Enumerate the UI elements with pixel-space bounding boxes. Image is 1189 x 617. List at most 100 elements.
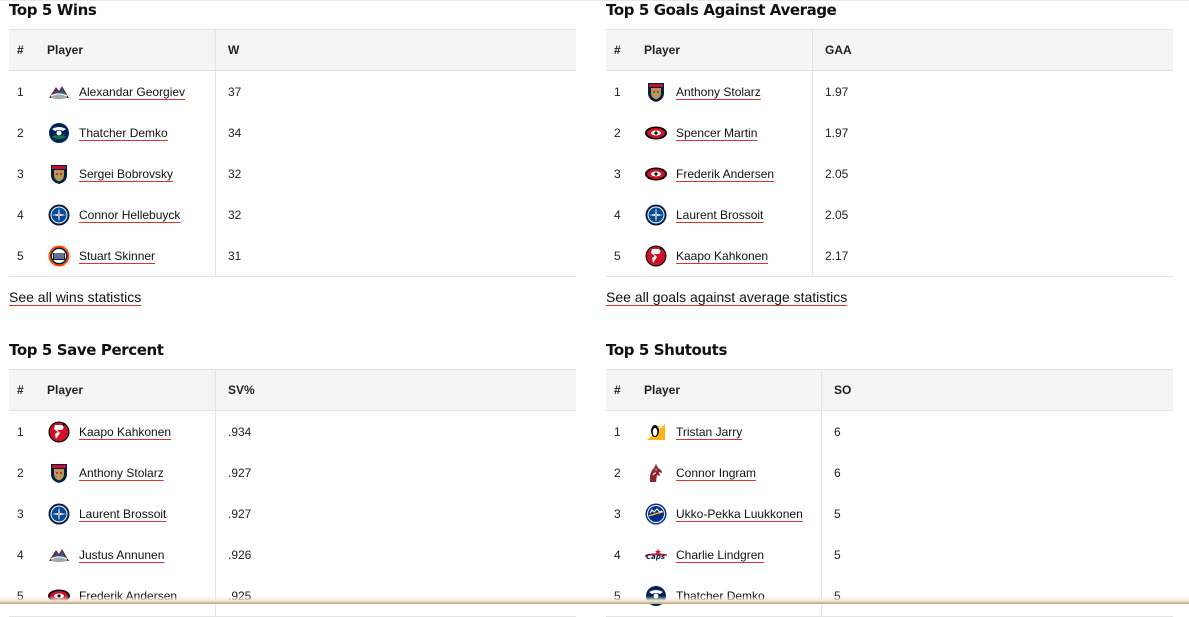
player-info: Alexandar Georgiev bbox=[47, 80, 215, 104]
table-row: 2 Thatcher Demko 34 bbox=[9, 112, 576, 153]
rank-cell: 4 bbox=[614, 547, 621, 562]
rank-cell: 1 bbox=[614, 424, 621, 439]
save-percent-panel: Top 5 Save Percent # Player SV% 1 Kaapo K… bbox=[9, 340, 576, 617]
player-info: Justus Annunen bbox=[47, 543, 215, 567]
player-cell: Stuart Skinner bbox=[47, 235, 216, 277]
stat-value-cell: 2.05 bbox=[812, 153, 1173, 194]
player-name-link[interactable]: Anthony Stolarz bbox=[676, 85, 761, 99]
rank-cell: 4 bbox=[17, 547, 24, 562]
wins-title: Top 5 Wins bbox=[9, 1, 97, 19]
sabres-logo-icon bbox=[644, 502, 668, 526]
player-cell: Thatcher Demko bbox=[47, 112, 216, 153]
player-name-link[interactable]: Connor Ingram bbox=[676, 466, 756, 480]
penguins-logo-icon bbox=[644, 420, 668, 444]
jets-logo-icon bbox=[47, 502, 71, 526]
bottom-fade bbox=[0, 596, 1189, 604]
stat-header: SV% bbox=[215, 369, 576, 411]
player-name-link[interactable]: Alexandar Georgiev bbox=[79, 85, 185, 99]
rank-cell: 3 bbox=[17, 166, 24, 181]
stat-value-cell: 2.17 bbox=[812, 235, 1173, 277]
player-info: Anthony Stolarz bbox=[47, 461, 215, 485]
stat-value-cell: .927 bbox=[215, 493, 576, 534]
player-header: Player bbox=[47, 369, 216, 411]
table-header-row: # Player W bbox=[9, 29, 576, 71]
player-cell: Kaapo Kahkonen bbox=[644, 235, 813, 277]
table-row: 4 Caps Charlie Lindgren 5 bbox=[606, 534, 1173, 575]
stat-header: W bbox=[215, 29, 576, 71]
stat-value-cell: 2.05 bbox=[812, 194, 1173, 235]
player-cell: Alexandar Georgiev bbox=[47, 71, 216, 113]
table-row: 4 Connor Hellebuyck 32 bbox=[9, 194, 576, 235]
player-name-link[interactable]: Charlie Lindgren bbox=[676, 548, 764, 562]
hurricanes-logo-icon bbox=[644, 121, 668, 145]
panthers-logo-icon bbox=[47, 162, 71, 186]
player-info: Anthony Stolarz bbox=[644, 80, 812, 104]
see-all-gaa-link[interactable]: See all goals against average statistics bbox=[606, 289, 847, 305]
stat-value-cell: 32 bbox=[215, 194, 576, 235]
rank-cell: 1 bbox=[17, 424, 24, 439]
stat-value-cell: .927 bbox=[215, 452, 576, 493]
player-info: Caps Charlie Lindgren bbox=[644, 543, 821, 567]
player-info: Sergei Bobrovsky bbox=[47, 162, 215, 186]
player-name-link[interactable]: Thatcher Demko bbox=[79, 126, 168, 140]
coyotes-logo-icon bbox=[644, 461, 668, 485]
player-name-link[interactable]: Connor Hellebuyck bbox=[79, 208, 180, 222]
player-info: Connor Hellebuyck bbox=[47, 203, 215, 227]
save-percent-title: Top 5 Save Percent bbox=[9, 341, 164, 359]
player-name-link[interactable]: Stuart Skinner bbox=[79, 249, 155, 263]
player-cell: Connor Ingram bbox=[644, 452, 822, 493]
player-header: Player bbox=[644, 369, 822, 411]
table-row: 5 Kaapo Kahkonen 2.17 bbox=[606, 235, 1173, 277]
rank-cell: 5 bbox=[606, 235, 644, 277]
rank-header: # bbox=[606, 29, 644, 71]
player-name-link[interactable]: Frederik Andersen bbox=[676, 167, 774, 181]
player-cell: Connor Hellebuyck bbox=[47, 194, 216, 235]
player-name-link[interactable]: Justus Annunen bbox=[79, 548, 164, 562]
player-cell: Sergei Bobrovsky bbox=[47, 153, 216, 194]
player-name-link[interactable]: Tristan Jarry bbox=[676, 425, 742, 439]
player-name-link[interactable]: Spencer Martin bbox=[676, 126, 757, 140]
player-cell: Justus Annunen bbox=[47, 534, 216, 575]
player-name-link[interactable]: Kaapo Kahkonen bbox=[79, 425, 171, 439]
player-name-link[interactable]: Anthony Stolarz bbox=[79, 466, 164, 480]
shutouts-table: # Player SO 1 Tristan Jarry 6 2 Connor Ingra… bbox=[606, 369, 1173, 617]
rank-cell: 2 bbox=[17, 465, 24, 480]
table-row: 3 Ukko-Pekka Luukkonen 5 bbox=[606, 493, 1173, 534]
player-cell: Ukko-Pekka Luukkonen bbox=[644, 493, 822, 534]
see-all-wins-link[interactable]: See all wins statistics bbox=[9, 289, 141, 305]
player-cell: Spencer Martin bbox=[644, 112, 813, 153]
rank-cell: 2 bbox=[17, 125, 24, 140]
rank-cell: 3 bbox=[614, 166, 621, 181]
stat-value-cell: 1.97 bbox=[812, 112, 1173, 153]
devils-logo-icon bbox=[47, 420, 71, 444]
stat-value-cell: 6 bbox=[821, 410, 1173, 452]
rank-cell: 1 bbox=[614, 84, 621, 99]
canucks-logo-icon bbox=[47, 121, 71, 145]
table-row: 2 Spencer Martin 1.97 bbox=[606, 112, 1173, 153]
rank-cell: 3 bbox=[614, 506, 621, 521]
player-info: Kaapo Kahkonen bbox=[47, 420, 215, 444]
rank-header: # bbox=[9, 369, 47, 411]
jets-logo-icon bbox=[47, 203, 71, 227]
player-header: Player bbox=[47, 29, 216, 71]
rank-cell: 1 bbox=[17, 84, 24, 99]
player-name-link[interactable]: Kaapo Kahkonen bbox=[676, 249, 768, 263]
player-name-link[interactable]: Laurent Brossoit bbox=[676, 208, 763, 222]
player-cell: Tristan Jarry bbox=[644, 411, 822, 453]
player-name-link[interactable]: Ukko-Pekka Luukkonen bbox=[676, 507, 803, 521]
player-info: Ukko-Pekka Luukkonen bbox=[644, 502, 821, 526]
panthers-logo-icon bbox=[644, 80, 668, 104]
table-row: 1 Anthony Stolarz 1.97 bbox=[606, 70, 1173, 112]
svg-text:Caps: Caps bbox=[646, 553, 665, 561]
player-name-link[interactable]: Laurent Brossoit bbox=[79, 507, 166, 521]
gaa-title: Top 5 Goals Against Average bbox=[606, 1, 837, 19]
panthers-logo-icon bbox=[47, 461, 71, 485]
rank-header: # bbox=[606, 369, 644, 411]
shutouts-title: Top 5 Shutouts bbox=[606, 341, 727, 359]
player-name-link[interactable]: Sergei Bobrovsky bbox=[79, 167, 173, 181]
player-info: Laurent Brossoit bbox=[47, 502, 215, 526]
stat-value-cell: 5 bbox=[821, 534, 1173, 575]
stat-value-cell: 1.97 bbox=[812, 70, 1173, 112]
player-info: Kaapo Kahkonen bbox=[644, 244, 812, 268]
table-row: 1 Kaapo Kahkonen .934 bbox=[9, 410, 576, 452]
